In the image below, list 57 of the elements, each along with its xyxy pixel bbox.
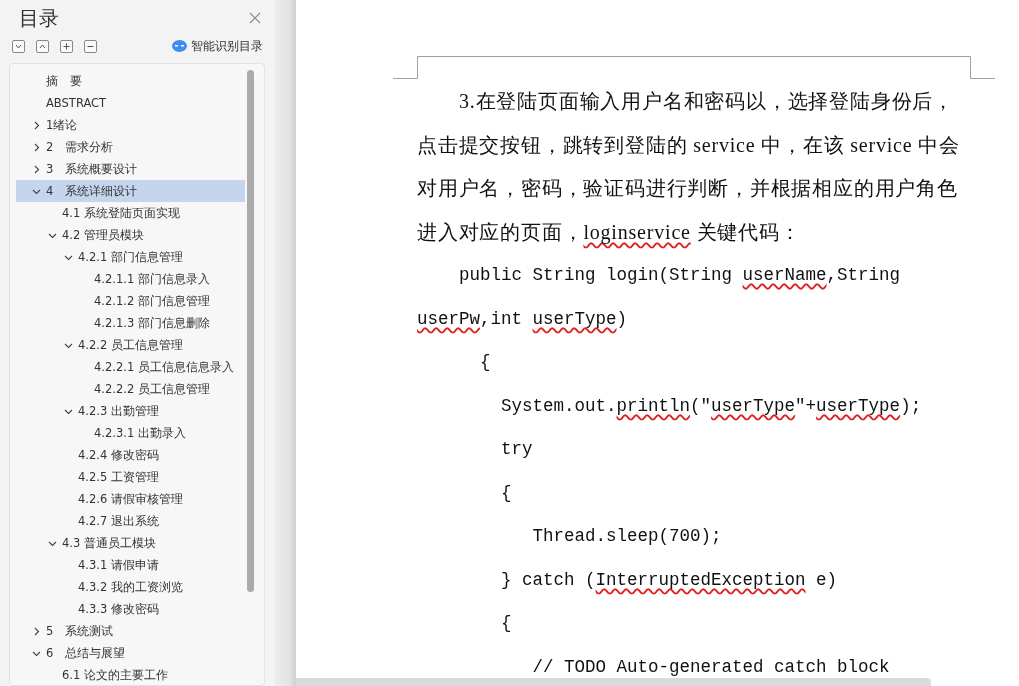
toc-item[interactable]: 4.3.1 请假申请: [16, 554, 245, 576]
toc-item[interactable]: 4.2.1.2 部门信息管理: [16, 290, 245, 312]
code-line: {: [479, 351, 492, 373]
toc-item[interactable]: 4.2.2 员工信息管理: [16, 334, 245, 356]
toc-item[interactable]: 4.3 普通员工模块: [16, 532, 245, 554]
toc-item[interactable]: 4.2.1.3 部门信息删除: [16, 312, 245, 334]
toc-item[interactable]: 6.1 论文的主要工作: [16, 664, 245, 685]
code-line: } catch (InterruptedException e): [500, 568, 839, 591]
toc-item[interactable]: 4.2.3 出勤管理: [16, 400, 245, 422]
code-line: {: [500, 481, 513, 504]
code-line: // TODO Auto-generated catch block: [531, 655, 891, 678]
horizontal-scrollbar[interactable]: [296, 678, 931, 686]
sidebar-title: 目录: [19, 4, 59, 32]
toc-item[interactable]: 4.2.3.1 出勤录入: [16, 422, 245, 444]
toc-item[interactable]: 4.3.2 我的工资浏览: [16, 576, 245, 598]
smart-toc-button[interactable]: 智能识别目录: [172, 37, 263, 55]
code-line: userPw,int userType): [417, 307, 629, 330]
code-line: public String login(String userName,String: [458, 264, 902, 286]
toc-item[interactable]: 4.2 管理员模块: [16, 224, 245, 246]
toc-item[interactable]: 4.2.7 退出系统: [16, 510, 245, 532]
code-line: try: [500, 438, 534, 460]
toc-item[interactable]: 4.2.2.2 员工信息管理: [16, 378, 245, 400]
chevron-icon[interactable]: [32, 142, 41, 152]
plus-button[interactable]: [60, 39, 73, 53]
text-line: 点击提交按钮，跳转到登陆的 service 中，在该 service 中会: [417, 133, 961, 156]
toc-item[interactable]: 2 需求分析: [16, 136, 245, 158]
toc-item[interactable]: 4.2.4 修改密码: [16, 444, 245, 466]
toc-item[interactable]: 4.2.5 工资管理: [16, 466, 245, 488]
toc-item[interactable]: 4 系统详细设计: [16, 180, 245, 202]
text-line: 对用户名，密码，验证码进行判断，并根据相应的用户角色: [417, 177, 959, 199]
toc-item[interactable]: 摘 要: [16, 70, 245, 92]
toc-item[interactable]: 4.2.2.1 员工信息信息录入: [16, 356, 245, 378]
chevron-icon[interactable]: [32, 164, 41, 174]
plus-icon: [62, 41, 71, 51]
close-icon[interactable]: [249, 12, 261, 24]
code-line: {: [500, 612, 513, 634]
toc-item[interactable]: 6 总结与展望: [16, 642, 245, 664]
toc-item[interactable]: ABSTRACT: [16, 92, 245, 114]
toc-item[interactable]: 5 系统测试: [16, 620, 245, 642]
toc-item[interactable]: 3 系统概要设计: [16, 158, 245, 180]
chevron-icon[interactable]: [32, 120, 41, 130]
cloud-icon: [172, 40, 187, 52]
toc-item[interactable]: 4.1 系统登陆页面实现: [16, 202, 245, 224]
minus-button[interactable]: [84, 39, 97, 53]
code-line: Thread.sleep(700);: [531, 525, 723, 547]
text-line: 进入对应的页面，loginservice 关键代码：: [417, 220, 802, 243]
chevron-icon[interactable]: [32, 626, 41, 636]
toc-item[interactable]: 1绪论: [16, 114, 245, 136]
toc-item[interactable]: 4.2.1 部门信息管理: [16, 246, 245, 268]
toc-item[interactable]: 4.2.1.1 部门信息录入: [16, 268, 245, 290]
toc-item[interactable]: 4.3.3 修改密码: [16, 598, 245, 620]
expand-button[interactable]: [36, 39, 49, 53]
text-line: 3.在登陆页面输入用户名和密码以，选择登陆身份后，: [458, 90, 955, 112]
scrollbar-thumb[interactable]: [247, 70, 254, 592]
collapse-button[interactable]: [12, 39, 25, 53]
toc-item[interactable]: 4.2.6 请假审核管理: [16, 488, 245, 510]
code-line: System.out.println("userType"+userType);: [500, 394, 923, 417]
